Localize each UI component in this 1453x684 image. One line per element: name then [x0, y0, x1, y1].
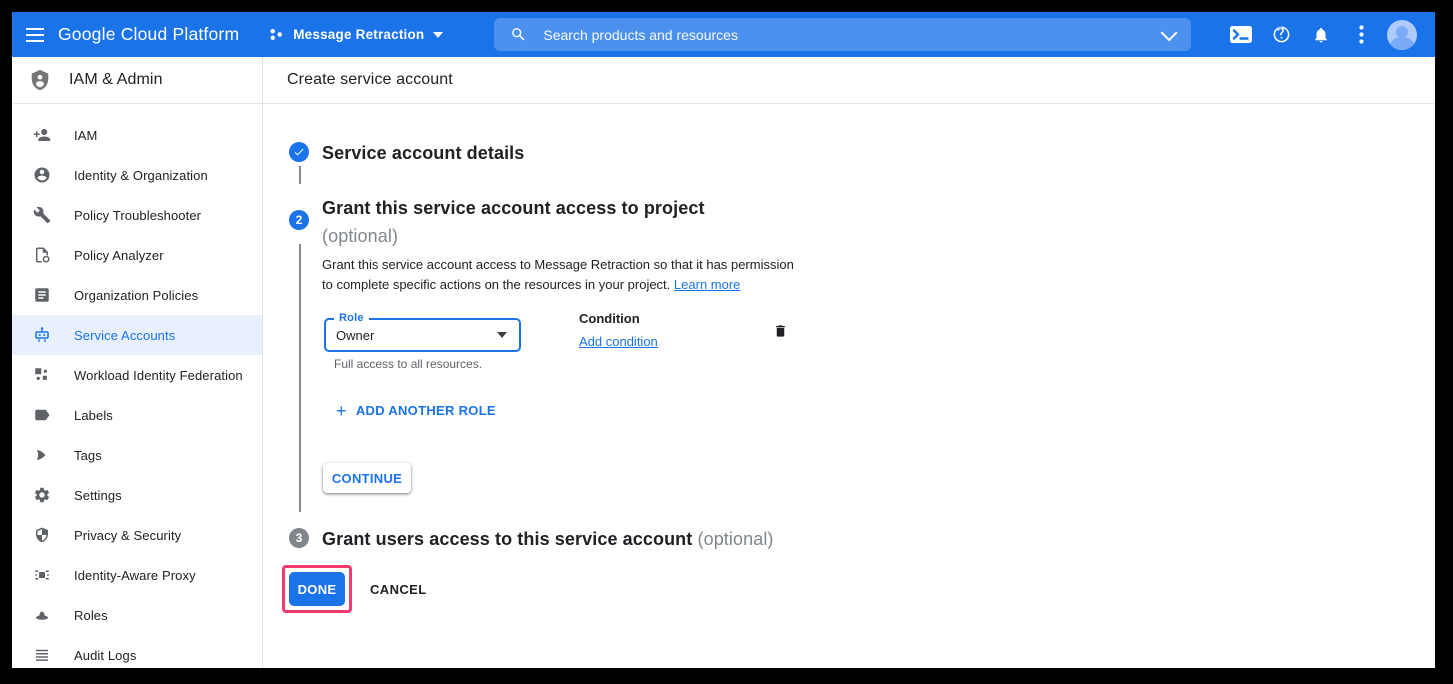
page-header: Create service account — [263, 57, 1435, 104]
plus-icon: + — [336, 404, 347, 418]
sidebar-item-label: Policy Analyzer — [74, 248, 164, 263]
search-options-chevron-icon[interactable] — [1161, 24, 1178, 41]
add-another-role-button[interactable]: + ADD ANOTHER ROLE — [324, 399, 508, 422]
sidebar-item-policy-analyzer[interactable]: Policy Analyzer — [12, 235, 262, 275]
avatar[interactable] — [1387, 20, 1417, 50]
sidebar-item-label: Labels — [74, 408, 113, 423]
header-actions — [1221, 15, 1435, 55]
gear-icon — [33, 486, 51, 504]
project-name: Message Retraction — [293, 27, 424, 42]
role-helper-text: Full access to all resources. — [334, 357, 482, 371]
app-body: IAM & Admin IAM Identity & Organization … — [12, 57, 1435, 668]
sidebar-item-identity-organization[interactable]: Identity & Organization — [12, 155, 262, 195]
sidebar-item-privacy-security[interactable]: Privacy & Security — [12, 515, 262, 555]
sidebar-item-label: Workload Identity Federation — [74, 368, 243, 383]
chevron-down-icon — [433, 32, 443, 38]
iam-admin-sidebar: IAM & Admin IAM Identity & Organization … — [12, 57, 263, 668]
help-icon[interactable] — [1261, 15, 1301, 55]
wrench-icon — [33, 206, 51, 224]
sidebar-item-iam[interactable]: IAM — [12, 115, 262, 155]
window-frame: Google Cloud Platform Message Retraction — [0, 0, 1453, 684]
sidebar-item-labels[interactable]: Labels — [12, 395, 262, 435]
browser-viewport: Google Cloud Platform Message Retraction — [12, 12, 1435, 668]
sidebar-item-roles[interactable]: Roles — [12, 595, 262, 635]
learn-more-link[interactable]: Learn more — [674, 277, 740, 292]
step2-title: Grant this service account access to pro… — [322, 194, 705, 250]
step1-completed-check-icon — [289, 142, 309, 162]
hamburger-menu-icon[interactable] — [12, 12, 58, 57]
sidebar-item-audit-logs[interactable]: Audit Logs — [12, 635, 262, 668]
step2-number-badge: 2 — [289, 210, 309, 230]
project-icon — [269, 27, 284, 42]
sidebar-item-service-accounts[interactable]: Service Accounts — [12, 315, 262, 355]
step2-optional-label: (optional) — [322, 226, 398, 246]
search-bar[interactable] — [494, 18, 1191, 51]
roles-hat-icon — [33, 606, 51, 624]
audit-logs-icon — [33, 646, 51, 664]
main-panel: Create service account Service account d… — [263, 57, 1435, 668]
identity-person-icon — [33, 166, 51, 184]
service-accounts-icon — [33, 326, 51, 344]
person-add-icon — [33, 126, 51, 144]
search-icon — [510, 26, 527, 43]
sidebar-item-label: Identity & Organization — [74, 168, 208, 183]
step1-title: Service account details — [322, 139, 524, 167]
sidebar-item-organization-policies[interactable]: Organization Policies — [12, 275, 262, 315]
sidebar-item-label: Organization Policies — [74, 288, 198, 303]
role-field-label: Role — [334, 312, 369, 324]
sidebar-item-label: Audit Logs — [74, 648, 136, 663]
sidebar-item-label: Settings — [74, 488, 122, 503]
sidebar-item-label: Tags — [74, 448, 102, 463]
tag-icon — [33, 446, 51, 464]
more-vert-icon[interactable] — [1341, 15, 1381, 55]
step3-title: Grant users access to this service accou… — [322, 525, 774, 553]
step-connector-line — [299, 244, 301, 512]
step3-optional-label: (optional) — [697, 529, 773, 549]
sidebar-nav: IAM Identity & Organization Policy Troub… — [12, 104, 262, 668]
search-input[interactable] — [543, 27, 1161, 43]
label-icon — [33, 406, 51, 424]
shield-icon — [33, 526, 51, 544]
project-selector[interactable]: Message Retraction — [261, 21, 451, 48]
avatar-person-icon — [1396, 26, 1408, 38]
gcp-logo[interactable]: Google Cloud Platform — [58, 24, 239, 45]
done-button[interactable]: DONE — [289, 572, 345, 606]
workload-identity-icon — [33, 366, 51, 384]
sidebar-item-label: Service Accounts — [74, 328, 175, 343]
sidebar-item-label: Privacy & Security — [74, 528, 181, 543]
continue-button[interactable]: CONTINUE — [323, 463, 411, 493]
sidebar-item-label: Identity-Aware Proxy — [74, 568, 196, 583]
trash-icon[interactable] — [768, 319, 792, 343]
sidebar-title: IAM & Admin — [69, 71, 163, 89]
policy-analyzer-icon — [33, 246, 51, 264]
role-dropdown[interactable]: Role Owner — [324, 318, 521, 352]
condition-label: Condition — [579, 311, 640, 326]
gcp-header-bar: Google Cloud Platform Message Retraction — [12, 12, 1435, 57]
step3-number-badge: 3 — [289, 528, 309, 548]
sidebar-item-settings[interactable]: Settings — [12, 475, 262, 515]
sidebar-item-tags[interactable]: Tags — [12, 435, 262, 475]
step2-description: Grant this service account access to Mes… — [322, 255, 812, 295]
sidebar-item-label: Policy Troubleshooter — [74, 208, 201, 223]
sidebar-item-label: IAM — [74, 128, 97, 143]
dropdown-caret-icon — [497, 332, 507, 338]
add-condition-link[interactable]: Add condition — [579, 334, 658, 349]
sidebar-item-identity-aware-proxy[interactable]: Identity-Aware Proxy — [12, 555, 262, 595]
done-button-highlight: DONE — [282, 565, 352, 613]
role-selected-value: Owner — [336, 328, 374, 343]
page-title: Create service account — [287, 71, 453, 89]
wizard-content: Service account details 2 Grant this ser… — [263, 104, 1435, 668]
sidebar-item-policy-troubleshooter[interactable]: Policy Troubleshooter — [12, 195, 262, 235]
sidebar-item-workload-identity-federation[interactable]: Workload Identity Federation — [12, 355, 262, 395]
notifications-icon[interactable] — [1301, 15, 1341, 55]
sidebar-header: IAM & Admin — [12, 57, 262, 104]
sidebar-item-label: Roles — [74, 608, 108, 623]
org-policies-icon — [33, 286, 51, 304]
cloud-shell-icon[interactable] — [1221, 15, 1261, 55]
proxy-icon — [33, 566, 51, 584]
iam-shield-icon — [29, 68, 51, 92]
step-connector-line — [299, 166, 301, 184]
cancel-button[interactable]: CANCEL — [370, 576, 427, 602]
